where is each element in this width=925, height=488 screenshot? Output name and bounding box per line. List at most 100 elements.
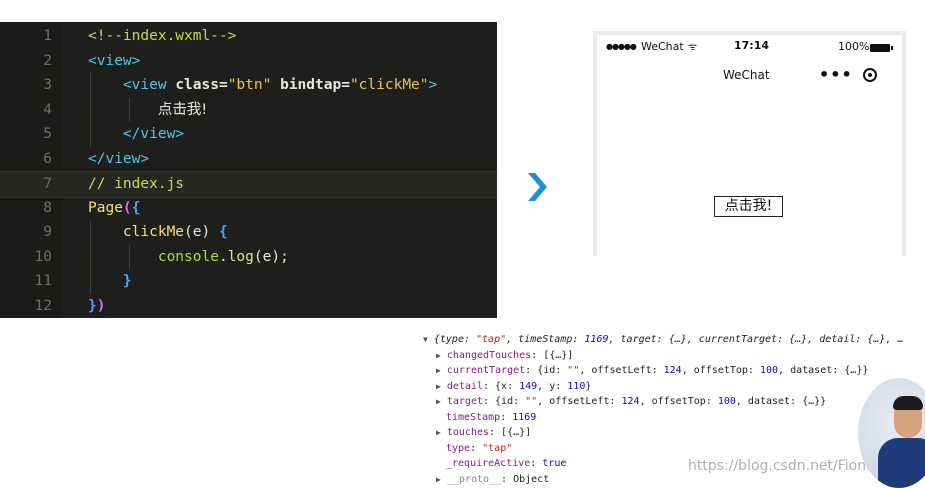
status-bar: ●●●●● WeChat ᯤ 17:14 100%	[597, 37, 902, 57]
code-token: log	[227, 248, 254, 265]
console-line[interactable]: ▶ touches: [{…}]	[436, 425, 531, 440]
console-token: ""	[567, 365, 580, 376]
console-token: 149	[519, 380, 538, 392]
console-token: {type:	[433, 334, 477, 345]
arrow-right-icon	[528, 173, 547, 201]
collapsed-triangle-icon[interactable]: ▶	[436, 428, 441, 437]
collapsed-triangle-icon[interactable]: ▶	[436, 351, 441, 360]
expanded-triangle-icon[interactable]: ▼	[423, 335, 428, 344]
console-token: ""	[525, 396, 538, 407]
code-line: 8 Page({	[0, 196, 497, 221]
code-token: (e)	[184, 224, 219, 240]
code-text: </view>	[88, 122, 184, 147]
console-line[interactable]: ▶ detail: {x: 149, y: 110}	[436, 379, 591, 394]
console-line[interactable]: ▶ __proto__: Object	[436, 472, 549, 487]
code-line: 10 console.log(e);	[0, 245, 497, 270]
code-text: }	[88, 269, 132, 294]
console-token: _requireActive	[446, 458, 531, 469]
line-number: 4	[43, 101, 52, 118]
code-token: 点击我!	[157, 101, 208, 118]
console-token: 1169	[584, 334, 609, 345]
indent-guide	[129, 97, 130, 122]
code-token: clickMe	[122, 224, 185, 240]
console-token: : {id:	[482, 396, 526, 407]
line-number: 7	[43, 176, 52, 192]
code-line: 11 }	[0, 269, 497, 294]
indent-guide	[90, 220, 91, 294]
console-token: :	[530, 458, 543, 469]
code-line: 12})	[0, 294, 497, 319]
console-token: , target: {…}, currentTarget: {…}, detai…	[608, 334, 904, 345]
collapsed-triangle-icon[interactable]: ▶	[436, 397, 441, 406]
line-number: 9	[43, 224, 52, 240]
presenter-hair	[893, 396, 923, 410]
line-number: 5	[43, 126, 52, 142]
code-text: })	[88, 294, 105, 319]
console-token: "tap"	[476, 334, 507, 345]
record-icon[interactable]	[863, 68, 877, 82]
code-text: <view>	[88, 49, 140, 74]
code-token: (e);	[253, 248, 289, 265]
code-line: 4 点击我!	[0, 98, 497, 123]
code-token: <!--index.wxml-->	[88, 28, 237, 44]
line-number: 3	[43, 77, 52, 93]
code-line: 2 <view>	[0, 49, 497, 74]
console-line[interactable]: ▶ currentTarget: {id: "", offsetLeft: 12…	[436, 363, 868, 378]
code-line: 6 </view>	[0, 147, 497, 172]
line-number: 8	[43, 199, 52, 216]
code-text: clickMe(e) {	[88, 220, 228, 245]
console-token: 124	[663, 365, 682, 376]
code-token: class=	[175, 77, 228, 93]
collapsed-triangle-icon[interactable]: ▶	[436, 475, 441, 484]
console-token: true	[542, 458, 567, 469]
console-token: 124	[621, 396, 640, 407]
code-line: 3 <view class="btn" bindtap="clickMe">	[0, 73, 497, 98]
line-number: 6	[43, 150, 52, 167]
code-text: <!--index.wxml-->	[88, 24, 236, 49]
code-line: 5 </view>	[0, 122, 497, 147]
console-token: detail	[446, 380, 483, 392]
console-token: touches	[446, 427, 490, 438]
code-editor: 1 <!--index.wxml--> 2 <view> 3 <view class="…	[0, 22, 497, 318]
console-token: :	[470, 442, 483, 454]
console-token: "tap"	[482, 442, 513, 454]
indent-guide	[90, 73, 91, 147]
code-token: bindtap=	[280, 77, 350, 93]
code-token: >	[428, 77, 438, 93]
code-token: <view	[122, 77, 176, 93]
code-token: (	[122, 199, 132, 216]
code-token: </view>	[88, 150, 150, 167]
line-number: 1	[43, 28, 52, 44]
code-text: Page({	[88, 196, 140, 221]
click-me-button[interactable]: 点击我!	[714, 196, 783, 217]
console-token: , offsetTop:	[681, 365, 760, 376]
code-token: Page	[88, 199, 123, 216]
console-line[interactable]: ▼ {type: "tap", timeStamp: 1169, target:…	[423, 332, 904, 347]
console-token: : {id:	[525, 365, 568, 376]
console-token: : Object	[501, 473, 550, 485]
code-token: )	[96, 297, 106, 314]
console-token: 100	[717, 396, 736, 407]
code-token: <view>	[88, 52, 141, 69]
more-icon[interactable]: •••	[819, 65, 853, 84]
code-line: 1 <!--index.wxml-->	[0, 24, 497, 49]
collapsed-triangle-icon[interactable]: ▶	[436, 366, 441, 375]
console-line[interactable]: ▶ target: {id: "", offsetLeft: 124, offs…	[436, 394, 826, 409]
console-token: changedTouches	[446, 349, 532, 361]
console-token: timeStamp	[446, 411, 501, 423]
console-token: , offsetLeft:	[579, 365, 664, 376]
console-line: type: "tap"	[446, 441, 512, 456]
console-token: , dataset: {…}}	[778, 365, 869, 376]
collapsed-triangle-icon[interactable]: ▶	[436, 382, 441, 391]
console-token: : [{…}]	[489, 427, 532, 438]
line-number: 2	[43, 52, 52, 69]
console-token: : {x:	[482, 380, 520, 392]
line-number: 12	[34, 297, 52, 314]
console-token: : [{…}]	[531, 349, 574, 361]
code-token: // index.js	[88, 176, 185, 192]
console-line[interactable]: ▶ changedTouches: [{…}]	[436, 348, 573, 363]
console-token: __proto__	[446, 473, 502, 485]
indent-guide	[129, 244, 130, 269]
